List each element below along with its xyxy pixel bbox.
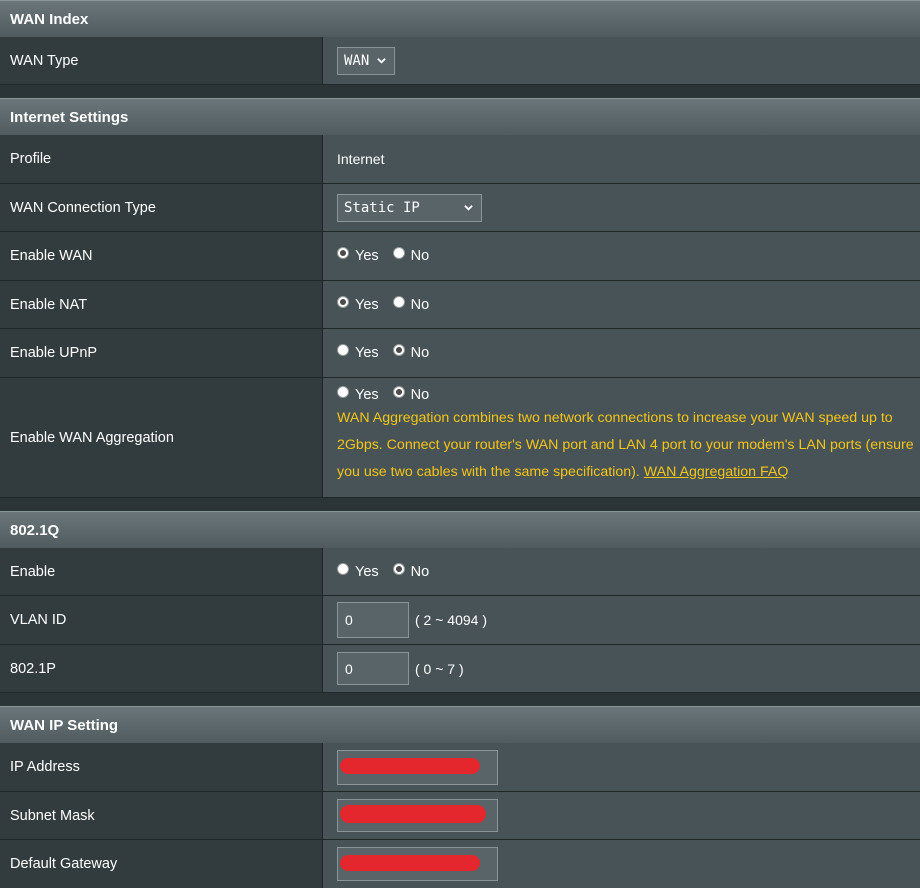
dot1p-row: 802.1P 0 ( 0 ~ 7 ): [0, 645, 920, 693]
dot1p-label: 802.1P: [0, 645, 323, 692]
connection-type-label: WAN Connection Type: [0, 184, 323, 231]
ip-address-input[interactable]: [337, 749, 498, 785]
dot1q-enable-row: Enable Yes No: [0, 548, 920, 596]
subnet-mask-input[interactable]: [337, 799, 498, 832]
ip-address-row: IP Address: [0, 743, 920, 792]
dot1q-enable-label: Enable: [0, 548, 323, 595]
dot1q-enable-yes-radio[interactable]: [337, 562, 349, 575]
vlan-id-range: ( 2 ~ 4094 ): [415, 612, 487, 628]
enable-nat-no-radio[interactable]: [392, 295, 405, 308]
no-label: No: [410, 248, 430, 264]
wan-aggregation-label: Enable WAN Aggregation: [0, 378, 323, 497]
enable-nat-row: Enable NAT Yes No: [0, 281, 920, 329]
no-label: No: [410, 387, 430, 403]
no-label: No: [410, 296, 430, 313]
enable-upnp-yes-radio[interactable]: [337, 344, 349, 356]
chevron-down-icon: [377, 58, 387, 64]
enable-wan-no-radio[interactable]: [392, 247, 405, 259]
profile-label: Profile: [0, 135, 323, 183]
yes-label: Yes: [355, 345, 379, 361]
ip-address-label: IP Address: [0, 743, 323, 791]
default-gateway-row: Default Gateway: [0, 840, 920, 888]
wan-aggregation-faq-link[interactable]: WAN Aggregation FAQ: [644, 464, 789, 480]
subnet-mask-row: Subnet Mask: [0, 792, 920, 840]
profile-value: Internet: [337, 151, 385, 167]
yes-label: Yes: [355, 248, 379, 264]
profile-row: Profile Internet: [0, 135, 920, 184]
yes-label: Yes: [355, 387, 379, 403]
dot1q-header: 802.1Q: [0, 511, 920, 548]
wan-type-select-value: WAN: [344, 52, 370, 69]
enable-upnp-row: Enable UPnP Yes No: [0, 329, 920, 378]
connection-type-select-value: Static IP: [344, 199, 420, 216]
default-gateway-label: Default Gateway: [0, 840, 323, 888]
no-label: No: [410, 563, 430, 580]
wan-type-label: WAN Type: [0, 37, 323, 84]
enable-wan-row: Enable WAN Yes No: [0, 232, 920, 281]
enable-nat-label: Enable NAT: [0, 281, 323, 328]
vlan-id-input[interactable]: 0: [337, 602, 409, 638]
vlan-id-label: VLAN ID: [0, 596, 323, 644]
no-label: No: [410, 345, 430, 361]
wan-type-row: WAN Type WAN: [0, 37, 920, 85]
enable-wan-yes-radio[interactable]: [337, 247, 349, 259]
connection-type-select[interactable]: Static IP: [337, 193, 482, 222]
vlan-id-row: VLAN ID 0 ( 2 ~ 4094 ): [0, 596, 920, 645]
dot1p-range: ( 0 ~ 7 ): [415, 660, 464, 677]
wan-aggregation-row: Enable WAN Aggregation Yes No WAN Aggreg…: [0, 378, 920, 498]
redaction-mark: [340, 855, 480, 871]
enable-upnp-label: Enable UPnP: [0, 329, 323, 377]
wan-aggregation-note: WAN Aggregation combines two network con…: [337, 405, 920, 486]
enable-nat-yes-radio[interactable]: [337, 295, 349, 308]
wan-type-select[interactable]: WAN: [337, 46, 396, 75]
wan-aggregation-yes-radio[interactable]: [337, 386, 349, 398]
redaction-mark: [340, 805, 486, 823]
wan-aggregation-no-radio[interactable]: [392, 386, 405, 398]
connection-type-row: WAN Connection Type Static IP: [0, 184, 920, 232]
dot1p-input[interactable]: 0: [337, 652, 409, 685]
redaction-mark: [340, 757, 480, 774]
default-gateway-input[interactable]: [337, 847, 498, 881]
dot1q-enable-no-radio[interactable]: [392, 562, 405, 575]
wan-ip-header: WAN IP Setting: [0, 706, 920, 743]
chevron-down-icon: [464, 205, 473, 211]
internet-settings-header: Internet Settings: [0, 98, 920, 135]
wan-aggregation-note-text: WAN Aggregation combines two network con…: [337, 410, 914, 480]
yes-label: Yes: [355, 563, 379, 580]
enable-upnp-no-radio[interactable]: [392, 344, 405, 356]
enable-wan-label: Enable WAN: [0, 232, 323, 280]
subnet-mask-label: Subnet Mask: [0, 792, 323, 839]
yes-label: Yes: [355, 296, 379, 313]
wan-index-header: WAN Index: [0, 0, 920, 37]
